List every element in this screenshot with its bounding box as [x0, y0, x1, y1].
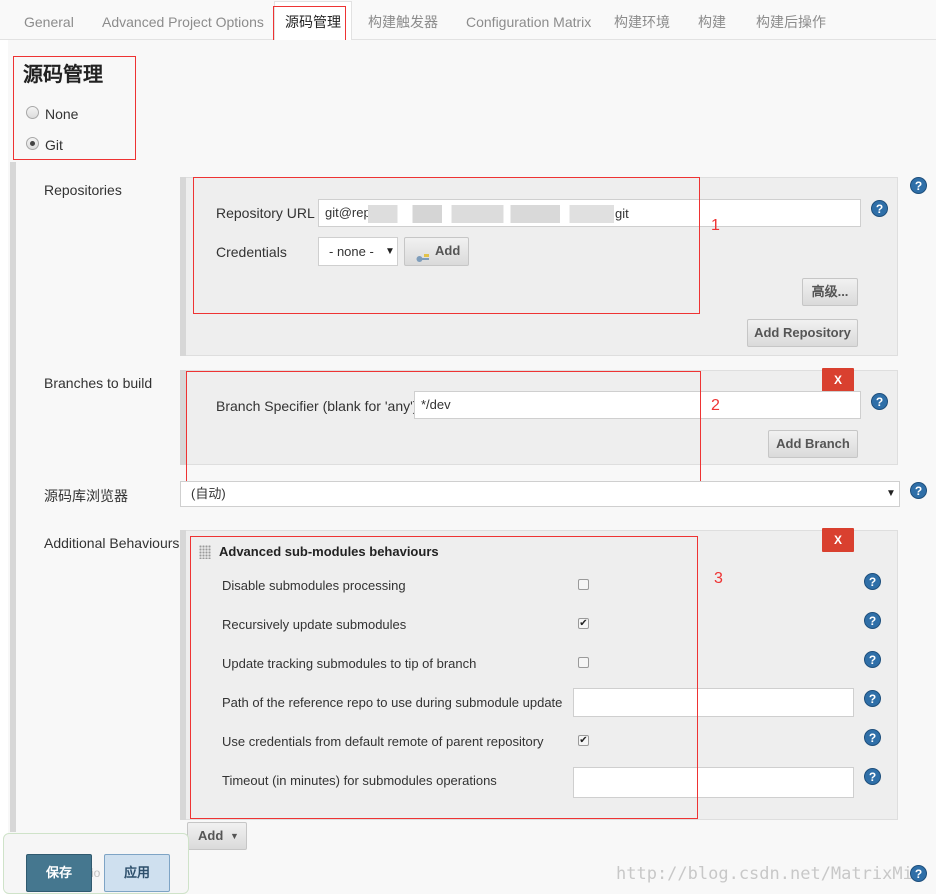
- annotation-box-scm: [13, 56, 136, 160]
- add-behaviour-button[interactable]: Add ▼: [187, 822, 247, 850]
- tab-build-triggers[interactable]: 构建触发器: [368, 0, 438, 40]
- help-icon[interactable]: ?: [910, 177, 927, 194]
- add-repository-button[interactable]: Add Repository: [747, 319, 858, 347]
- help-icon[interactable]: ?: [864, 729, 881, 746]
- repositories-label: Repositories: [44, 182, 122, 198]
- help-icon[interactable]: ?: [864, 690, 881, 707]
- apply-button[interactable]: 应用: [104, 854, 170, 892]
- annotation-box-1: [193, 177, 700, 314]
- browser-select[interactable]: (自动): [180, 481, 900, 507]
- behaviours-panel-bar: [180, 530, 186, 820]
- chevron-down-icon: ▼: [230, 831, 239, 841]
- tab-advanced-project-options[interactable]: Advanced Project Options: [102, 0, 264, 40]
- repositories-panel-bar: [180, 177, 186, 356]
- tab-build[interactable]: 构建: [698, 0, 726, 40]
- advanced-button[interactable]: 高级...: [802, 278, 858, 306]
- tab-configuration-matrix[interactable]: Configuration Matrix: [466, 0, 591, 40]
- annotation-box-3: [190, 536, 698, 819]
- tab-general[interactable]: General: [24, 0, 74, 40]
- delete-branch-button[interactable]: X: [822, 368, 854, 392]
- add-behaviour-label: Add: [198, 828, 224, 843]
- add-branch-button[interactable]: Add Branch: [768, 430, 858, 458]
- footer-partial-text: io: [91, 866, 101, 880]
- save-button[interactable]: 保存: [26, 854, 92, 892]
- tab-build-environment[interactable]: 构建环境: [614, 0, 670, 40]
- chevron-down-icon: ▼: [886, 488, 896, 499]
- help-icon[interactable]: ?: [871, 393, 888, 410]
- help-icon[interactable]: ?: [864, 768, 881, 785]
- help-icon[interactable]: ?: [910, 482, 927, 499]
- help-icon[interactable]: ?: [910, 865, 927, 882]
- tab-post-build[interactable]: 构建后操作: [756, 0, 826, 40]
- help-icon[interactable]: ?: [864, 651, 881, 668]
- branches-label: Branches to build: [44, 375, 153, 391]
- annotation-box-2: [186, 371, 701, 486]
- section-indent-bar: [10, 162, 16, 832]
- annotation-number-2: 2: [711, 397, 720, 414]
- behaviours-label: Additional Behaviours: [44, 535, 180, 551]
- delete-behaviour-button[interactable]: X: [822, 528, 854, 552]
- help-icon[interactable]: ?: [871, 200, 888, 217]
- annotation-number-3: 3: [714, 570, 723, 587]
- annotation-number-1: 1: [711, 217, 720, 234]
- help-icon[interactable]: ?: [864, 612, 881, 629]
- watermark: http://blog.csdn.net/MatrixMin: [616, 864, 924, 884]
- browser-label: 源码库浏览器: [44, 488, 128, 504]
- help-icon[interactable]: ?: [864, 573, 881, 590]
